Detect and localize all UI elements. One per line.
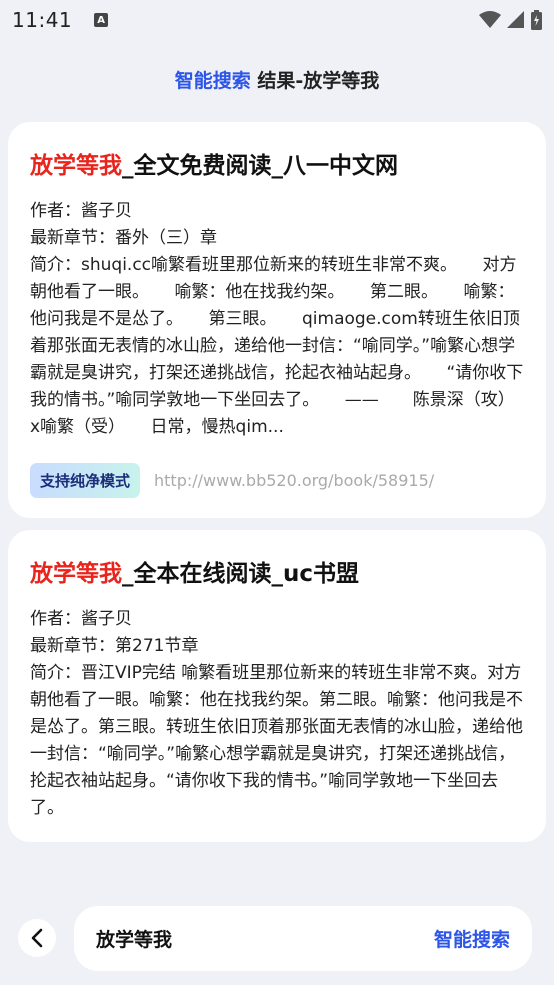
pure-mode-badge[interactable]: 支持纯净模式 bbox=[30, 463, 141, 498]
battery-charging-icon bbox=[531, 10, 542, 30]
result-latest-chapter: 最新章节：第271节章 bbox=[30, 636, 199, 656]
result-author: 作者：酱子贝 bbox=[30, 609, 132, 629]
status-time: 11:41 bbox=[12, 8, 73, 32]
result-summary: 简介：晋江VIP完结 喻繁看班里那位新来的转班生非常不爽。对方朝他看了一眼。喻繁… bbox=[30, 663, 523, 818]
result-summary: 简介：shuqi.cc喻繁看班里那位新来的转班生非常不爽。 对方朝他看了一眼。 … bbox=[30, 255, 524, 437]
chevron-left-icon bbox=[31, 928, 43, 948]
status-bar: 11:41 A bbox=[0, 0, 554, 40]
page-title-text: 结果-放学等我 bbox=[250, 70, 380, 92]
signal-icon bbox=[507, 11, 524, 28]
source-url[interactable]: http://www.bb520.org/book/58915/ bbox=[154, 471, 434, 490]
search-query[interactable]: 放学等我 bbox=[96, 925, 172, 952]
wifi-icon bbox=[479, 11, 501, 28]
result-title-highlight: 放学等我 bbox=[30, 153, 122, 179]
search-box[interactable]: 放学等我 智能搜索 bbox=[74, 906, 532, 971]
result-latest-chapter: 最新章节：番外（三）章 bbox=[30, 228, 217, 248]
result-footer: 支持纯净模式 http://www.bb520.org/book/58915/ bbox=[30, 463, 524, 498]
back-button[interactable] bbox=[18, 919, 56, 957]
result-title-highlight: 放学等我 bbox=[30, 561, 122, 587]
notification-a-icon: A bbox=[94, 13, 109, 27]
page-title: 智能搜索 结果-放学等我 bbox=[0, 66, 554, 93]
smart-search-button[interactable]: 智能搜索 bbox=[434, 925, 510, 952]
bottom-search-bar: 放学等我 智能搜索 bbox=[0, 892, 554, 985]
result-title[interactable]: 放学等我_全本在线阅读_uc书盟 bbox=[30, 554, 524, 588]
result-title[interactable]: 放学等我_全文免费阅读_八一中文网 bbox=[30, 146, 524, 180]
result-card[interactable]: 放学等我_全文免费阅读_八一中文网 作者：酱子贝 最新章节：番外（三）章 简介：… bbox=[8, 122, 546, 518]
result-card[interactable]: 放学等我_全本在线阅读_uc书盟 作者：酱子贝 最新章节：第271节章 简介：晋… bbox=[8, 530, 546, 842]
result-title-rest: _全文免费阅读_八一中文网 bbox=[122, 153, 398, 179]
result-author: 作者：酱子贝 bbox=[30, 201, 132, 221]
results-list[interactable]: 放学等我_全文免费阅读_八一中文网 作者：酱子贝 最新章节：番外（三）章 简介：… bbox=[8, 122, 546, 892]
page-title-accent: 智能搜索 bbox=[174, 70, 251, 92]
result-title-rest: _全本在线阅读_uc书盟 bbox=[122, 561, 360, 587]
status-icons bbox=[479, 10, 542, 30]
